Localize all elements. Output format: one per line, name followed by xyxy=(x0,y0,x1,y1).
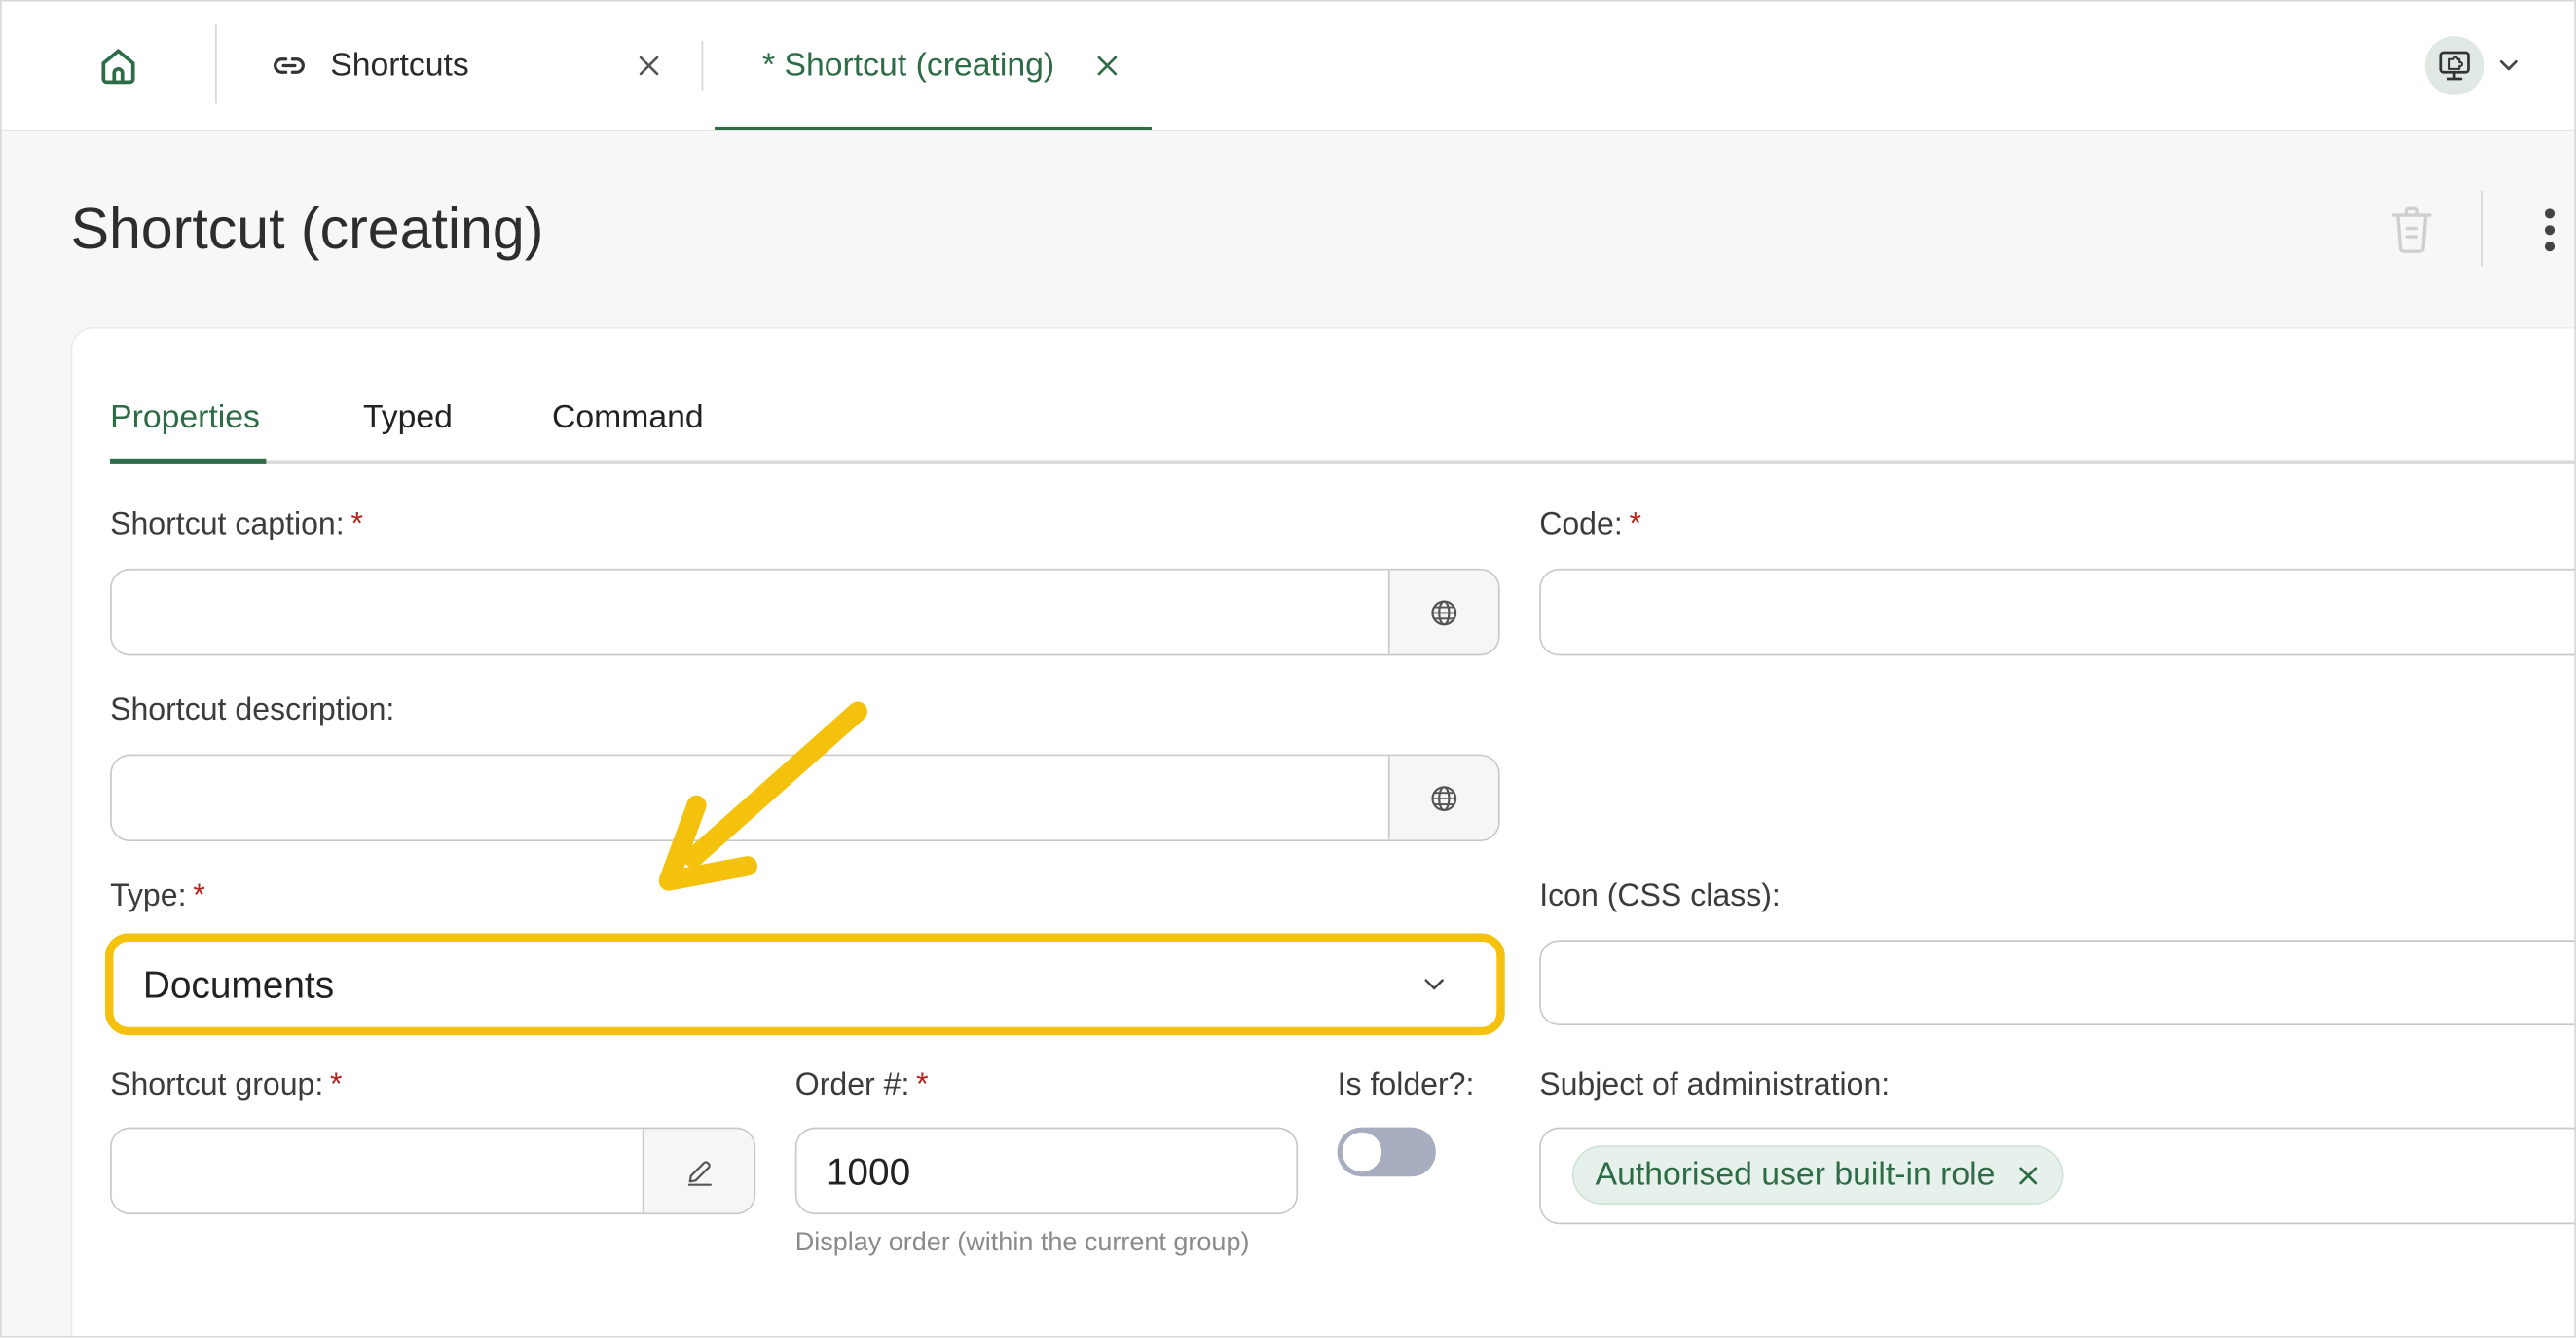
shortcut-description-label: Shortcut description: xyxy=(110,693,395,728)
avatar xyxy=(2424,36,2484,95)
top-tab-bar: Shortcuts * Shortcut (creating) xyxy=(0,0,2576,131)
order-input[interactable]: 1000 xyxy=(794,1127,1299,1215)
home-icon xyxy=(101,49,135,85)
close-icon xyxy=(2020,1166,2038,1184)
order-value: 1000 xyxy=(826,1150,911,1194)
subject-chip-remove-button[interactable] xyxy=(2018,1165,2040,1186)
tabs-baseline xyxy=(110,460,2576,464)
remote-desktop-icon xyxy=(2439,51,2470,81)
type-select[interactable]: Documents xyxy=(115,943,1495,1025)
page-title: Shortcut (creating) xyxy=(70,197,544,262)
link-icon xyxy=(274,57,305,74)
globe-icon xyxy=(1431,599,1457,625)
tab-divider xyxy=(701,41,704,91)
subject-chip-label: Authorised user built-in role xyxy=(1595,1157,1996,1194)
icon-css-label: Icon (CSS class): xyxy=(1539,878,1781,914)
type-label: Type: * xyxy=(110,878,205,914)
delete-button[interactable] xyxy=(2382,199,2442,261)
annotation-arrow xyxy=(658,701,867,891)
icon-css-input[interactable] xyxy=(1539,940,2576,1025)
trash-icon xyxy=(2392,206,2432,253)
tab-shortcuts-label: Shortcuts xyxy=(330,47,469,85)
close-icon xyxy=(1097,56,1118,76)
more-vertical-icon xyxy=(2544,208,2556,252)
active-tab-indicator xyxy=(110,458,267,464)
home-button[interactable] xyxy=(89,36,148,95)
required-mark: * xyxy=(916,1067,929,1103)
more-actions-button[interactable] xyxy=(2526,201,2572,260)
shortcut-group-edit-button[interactable] xyxy=(642,1129,754,1213)
is-folder-toggle[interactable] xyxy=(1337,1127,1436,1177)
type-select-value: Documents xyxy=(142,962,335,1006)
app-window: Shortcuts * Shortcut (creating) Shortcut… xyxy=(0,0,2576,1338)
globe-icon xyxy=(1431,785,1457,811)
shortcut-caption-input[interactable] xyxy=(110,568,1500,656)
order-label: Order #: * xyxy=(794,1067,929,1103)
code-label: Code: * xyxy=(1539,507,1641,542)
tab-typed[interactable]: Typed xyxy=(363,396,453,439)
tab-shortcut-creating-close-button[interactable] xyxy=(1087,50,1127,83)
required-mark: * xyxy=(350,507,363,542)
required-mark: * xyxy=(1629,507,1641,542)
order-hint: Display order (within the current group) xyxy=(794,1229,1250,1257)
subject-label: Subject of administration: xyxy=(1539,1067,1891,1103)
shortcut-caption-label: Shortcut caption: * xyxy=(110,507,363,542)
required-mark: * xyxy=(330,1067,343,1103)
chevron-down-icon xyxy=(1424,979,1444,990)
pencil-icon xyxy=(686,1160,712,1185)
chevron-down-icon xyxy=(2499,59,2518,71)
caption-translate-button[interactable] xyxy=(1387,570,1498,654)
tab-shortcuts[interactable]: Shortcuts xyxy=(230,0,690,130)
required-mark: * xyxy=(193,878,205,914)
active-tab-indicator xyxy=(715,126,1152,130)
tab-command[interactable]: Command xyxy=(552,396,704,439)
tab-shortcut-creating-label: * Shortcut (creating) xyxy=(762,47,1055,85)
close-icon xyxy=(639,56,659,76)
tab-divider xyxy=(215,24,217,104)
tab-shortcuts-close-button[interactable] xyxy=(629,50,669,83)
tab-properties[interactable]: Properties xyxy=(110,396,260,439)
shortcut-group-label: Shortcut group: * xyxy=(110,1067,343,1103)
subject-chip: Authorised user built-in role xyxy=(1571,1145,2065,1205)
description-translate-button[interactable] xyxy=(1387,756,1498,840)
is-folder-label: Is folder?: xyxy=(1337,1067,1475,1103)
user-menu-button[interactable] xyxy=(2421,33,2533,99)
toggle-knob xyxy=(1342,1132,1382,1172)
shortcut-group-input[interactable] xyxy=(110,1127,756,1215)
tab-shortcut-creating[interactable]: * Shortcut (creating) xyxy=(715,0,1152,130)
code-input[interactable] xyxy=(1539,568,2576,656)
header-divider xyxy=(2481,190,2483,267)
